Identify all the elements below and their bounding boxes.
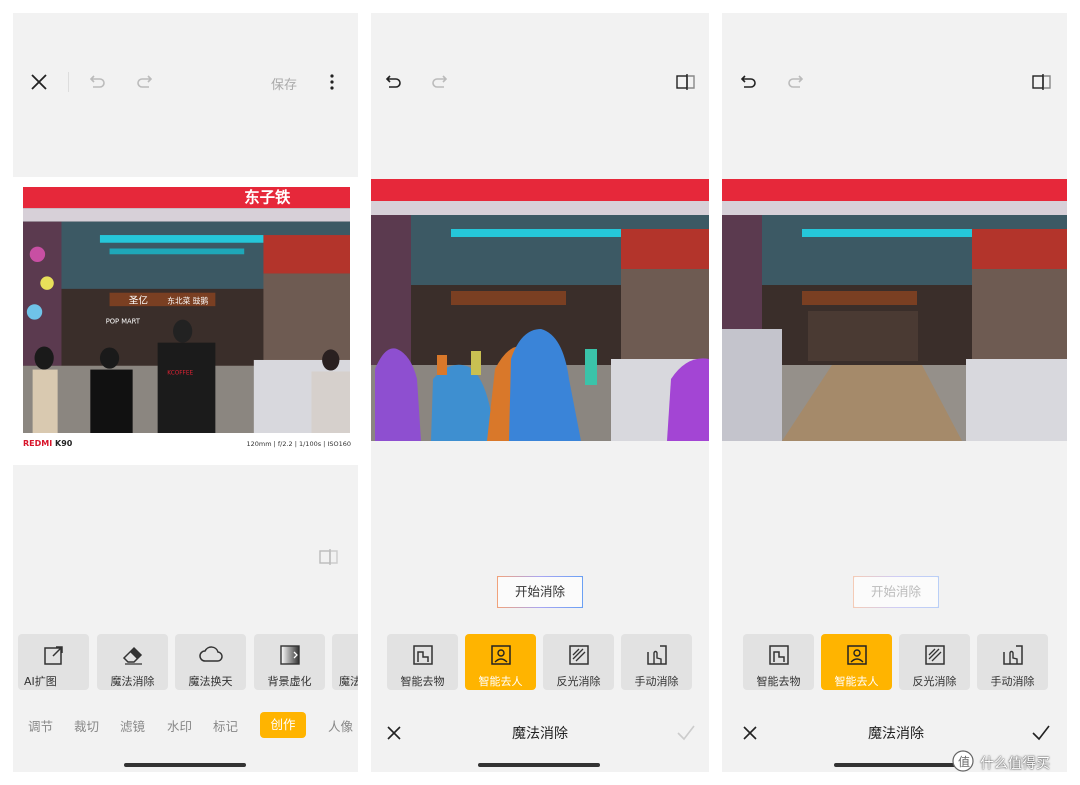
tool-background-blur[interactable]: 背景虚化 <box>254 634 325 690</box>
compare-icon[interactable] <box>676 73 696 91</box>
object-remove-icon <box>412 644 434 666</box>
reflection-remove-icon <box>924 644 946 666</box>
compare-icon[interactable] <box>319 548 339 566</box>
home-indicator[interactable] <box>124 763 246 767</box>
more-options-icon[interactable] <box>329 73 335 91</box>
undo-icon[interactable] <box>385 73 403 91</box>
tool-smart-object-remove[interactable]: 智能去物 <box>743 634 814 690</box>
expand-icon <box>43 644 65 666</box>
watermark-logo-icon: 值 <box>952 750 974 776</box>
tool-label: 手动消除 <box>990 675 1035 688</box>
tool-label: 魔法 <box>339 675 358 688</box>
tool-label: 反光消除 <box>912 675 957 688</box>
tool-magic-erase[interactable]: 魔法消除 <box>97 634 168 690</box>
tool-label: 手动消除 <box>634 675 679 688</box>
sign-logo: 圣亿 <box>129 294 149 306</box>
category-adjust[interactable]: 调节 <box>28 716 53 735</box>
photo-detected-people <box>371 179 709 441</box>
tool-label: 反光消除 <box>556 675 601 688</box>
redo-icon[interactable] <box>135 73 153 91</box>
home-indicator[interactable] <box>478 763 600 767</box>
photo-people-removed <box>722 179 1067 441</box>
watermark-text: 什么值得买 <box>980 756 1050 772</box>
cancel-icon[interactable] <box>743 726 757 740</box>
eraser-icon <box>122 644 144 666</box>
tool-label: 智能去物 <box>756 675 801 688</box>
camera-brand: REDMI K90 <box>23 439 72 448</box>
manual-remove-icon <box>1002 644 1024 666</box>
sign-top-banner: 东子铁 <box>244 187 291 206</box>
tool-reflection-remove[interactable]: 反光消除 <box>543 634 614 690</box>
tool-partial[interactable]: 魔法 <box>332 634 358 690</box>
reflection-remove-icon <box>568 644 590 666</box>
start-erase-button[interactable]: 开始消除 <box>853 576 939 608</box>
compare-icon[interactable] <box>1032 73 1052 91</box>
tool-label: 智能去人 <box>478 675 523 688</box>
tool-label: 智能去人 <box>834 675 879 688</box>
confirm-check-icon[interactable] <box>677 725 695 741</box>
sign-popmart: POP MART <box>106 317 141 325</box>
jacket-print: KCOFFEE <box>167 370 193 376</box>
category-create[interactable]: 创作 <box>260 712 306 738</box>
svg-text:值: 值 <box>958 754 970 769</box>
tool-label: 智能去物 <box>400 675 445 688</box>
person-remove-icon <box>846 644 868 666</box>
editor-panel-main: 保存 东子铁 圣亿 东北菜 豉鹅 POP MART KCOFFEE REDMI … <box>13 13 358 772</box>
undo-icon[interactable] <box>89 73 107 91</box>
undo-icon[interactable] <box>740 73 758 91</box>
tool-label: AI扩图 <box>24 675 57 688</box>
start-erase-button[interactable]: 开始消除 <box>497 576 583 608</box>
site-watermark: 值 什么值得买 <box>952 750 1074 776</box>
tool-manual-remove[interactable]: 手动消除 <box>977 634 1048 690</box>
tool-label: 魔法换天 <box>188 675 233 688</box>
magic-erase-panel-result: 开始消除 智能去物 智能去人 反光消除 手动消除 魔法消除 <box>722 13 1067 772</box>
confirm-check-icon[interactable] <box>1032 725 1050 741</box>
person-remove-icon <box>490 644 512 666</box>
home-indicator[interactable] <box>834 763 956 767</box>
panel-title: 魔法消除 <box>512 726 568 742</box>
photo-original: 东子铁 圣亿 东北菜 豉鹅 POP MART KCOFFEE <box>23 187 350 433</box>
tool-magic-sky[interactable]: 魔法换天 <box>175 634 246 690</box>
blur-icon <box>279 644 301 666</box>
category-watermark[interactable]: 水印 <box>167 716 192 735</box>
tool-smart-person-remove[interactable]: 智能去人 <box>821 634 892 690</box>
brand-redmi: REDMI <box>23 439 53 448</box>
category-markup[interactable]: 标记 <box>213 716 238 735</box>
tool-smart-person-remove[interactable]: 智能去人 <box>465 634 536 690</box>
cancel-icon[interactable] <box>387 726 401 740</box>
redo-icon[interactable] <box>430 73 448 91</box>
save-button[interactable]: 保存 <box>271 74 297 93</box>
category-crop[interactable]: 裁切 <box>74 716 99 735</box>
tool-reflection-remove[interactable]: 反光消除 <box>899 634 970 690</box>
close-icon[interactable] <box>30 73 48 91</box>
exif-info: 120mm | f/2.2 | 1/100s | ISO160 <box>246 440 351 448</box>
tool-smart-object-remove[interactable]: 智能去物 <box>387 634 458 690</box>
redo-icon[interactable] <box>786 73 804 91</box>
cloud-icon <box>198 644 223 666</box>
toolbar-divider <box>68 72 69 92</box>
tool-manual-remove[interactable]: 手动消除 <box>621 634 692 690</box>
photo-frame: 东子铁 圣亿 东北菜 豉鹅 POP MART KCOFFEE REDMI K90… <box>13 177 358 465</box>
object-remove-icon <box>768 644 790 666</box>
tool-label: 背景虚化 <box>267 675 312 688</box>
magic-erase-panel-detect: 开始消除 智能去物 智能去人 反光消除 手动消除 魔法消除 <box>371 13 709 772</box>
panel-title: 魔法消除 <box>868 726 924 742</box>
tool-ai-expand[interactable]: AI扩图 <box>18 634 89 690</box>
brand-model: K90 <box>55 439 73 448</box>
category-filter[interactable]: 滤镜 <box>120 716 145 735</box>
sign-shop: 东北菜 豉鹅 <box>167 295 208 305</box>
category-portrait[interactable]: 人像 <box>328 716 353 735</box>
tool-label: 魔法消除 <box>110 675 155 688</box>
manual-remove-icon <box>646 644 668 666</box>
